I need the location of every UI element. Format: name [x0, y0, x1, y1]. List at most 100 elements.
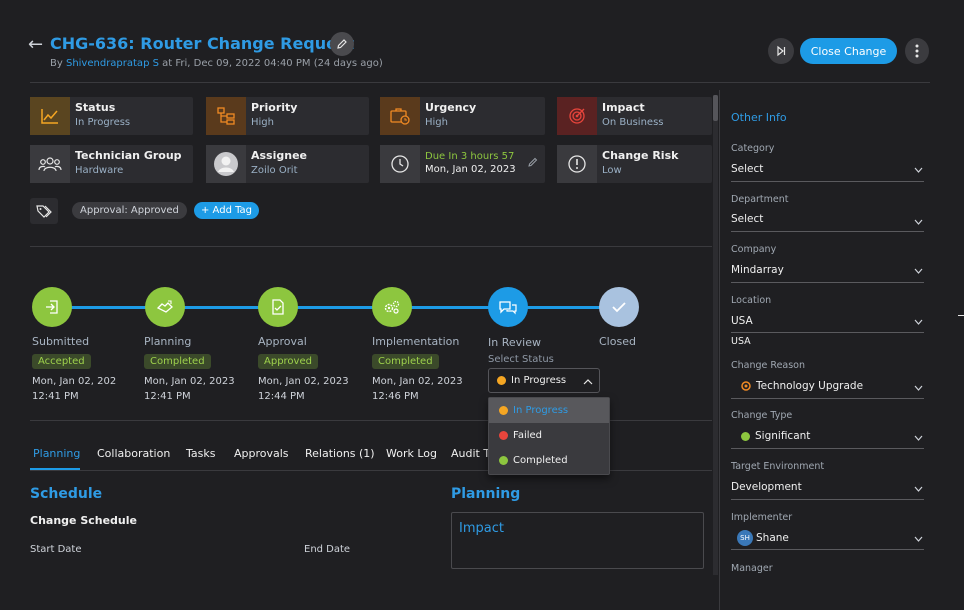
- status-value: In Progress: [75, 117, 131, 128]
- back-arrow-icon[interactable]: ←: [28, 34, 43, 55]
- divider: [30, 246, 712, 247]
- subtitle-suffix: at Fri, Dec 09, 2022 04:40 PM (24 days a…: [158, 58, 383, 69]
- stage-submitted-node[interactable]: [32, 287, 72, 327]
- impact-card[interactable]: Impact On Business: [557, 97, 712, 135]
- tab-relations[interactable]: Relations (1): [305, 447, 375, 460]
- tab-audit-trail[interactable]: Audit Tr: [451, 447, 493, 460]
- approved-document-icon: [272, 299, 284, 315]
- location-path: USA: [731, 336, 751, 347]
- assignee-label: Assignee: [251, 149, 308, 162]
- category-select[interactable]: Select: [731, 163, 924, 175]
- chevron-down-icon[interactable]: [914, 268, 923, 274]
- stage-approval-time: 12:44 PM: [258, 391, 305, 402]
- author-link[interactable]: Shivendrapratap S: [66, 58, 159, 69]
- chevron-down-icon[interactable]: [914, 385, 923, 391]
- tags-icon[interactable]: [30, 198, 58, 224]
- chevron-down-icon[interactable]: [914, 219, 923, 225]
- stage-implementation-node[interactable]: [372, 287, 412, 327]
- status-select-value: In Progress: [511, 375, 567, 386]
- target-environment-select[interactable]: Development: [731, 481, 924, 493]
- chevron-down-icon[interactable]: [914, 536, 923, 542]
- stage-submitted-label: Submitted: [32, 335, 90, 348]
- location-select[interactable]: USA: [731, 315, 924, 327]
- end-date-label: End Date: [304, 544, 351, 555]
- priority-tree-icon: [206, 97, 246, 135]
- schedule-title: Schedule: [30, 486, 103, 502]
- stage-planning-node[interactable]: [145, 287, 185, 327]
- approval-tag[interactable]: Approval: Approved: [72, 202, 187, 219]
- impact-title: Impact: [459, 521, 504, 536]
- status-card[interactable]: Status In Progress: [30, 97, 193, 135]
- stage-approval-label: Approval: [258, 335, 307, 348]
- stage-implementation-time: 12:46 PM: [372, 391, 419, 402]
- status-option-label: Failed: [513, 430, 543, 441]
- technician-group-card[interactable]: Technician Group Hardware: [30, 145, 193, 183]
- stage-progress-track: [55, 306, 615, 309]
- change-risk-card[interactable]: Change Risk Low: [557, 145, 712, 183]
- skip-forward-button[interactable]: [768, 38, 794, 64]
- tab-tasks[interactable]: Tasks: [186, 447, 215, 460]
- stage-planning-time: 12:41 PM: [144, 391, 191, 402]
- tab-collaboration[interactable]: Collaboration: [97, 447, 170, 460]
- status-option-label: Completed: [513, 455, 568, 466]
- priority-card[interactable]: Priority High: [206, 97, 369, 135]
- company-select[interactable]: Mindarray: [731, 264, 924, 276]
- chevron-down-icon[interactable]: [914, 167, 923, 173]
- completed-dot-icon: [499, 456, 508, 465]
- stage-implementation-label: Implementation: [372, 335, 460, 348]
- technician-group-label: Technician Group: [75, 149, 182, 162]
- change-reason-select[interactable]: Technology Upgrade: [731, 380, 924, 392]
- target-icon: [557, 97, 597, 135]
- alert-circle-icon: [557, 145, 597, 183]
- chevron-down-icon[interactable]: [914, 486, 923, 492]
- stage-in-review-label: In Review: [488, 336, 541, 349]
- status-select[interactable]: In Progress: [488, 368, 600, 393]
- tab-work-log[interactable]: Work Log: [386, 447, 437, 460]
- urgency-card[interactable]: Urgency High: [380, 97, 545, 135]
- tab-planning[interactable]: Planning: [33, 447, 80, 460]
- more-options-button[interactable]: [905, 38, 929, 64]
- impact-editor[interactable]: Impact: [451, 512, 704, 569]
- chevron-down-icon[interactable]: [914, 319, 923, 325]
- stage-approval-node[interactable]: [258, 287, 298, 327]
- scrollbar-track[interactable]: [713, 95, 718, 575]
- target-environment-value: Development: [731, 481, 802, 493]
- edit-title-button[interactable]: [330, 32, 354, 56]
- chevron-down-icon[interactable]: [914, 435, 923, 441]
- field-underline: [731, 181, 924, 182]
- divider: [30, 82, 930, 83]
- target-icon: [741, 381, 751, 391]
- implementer-label: Implementer: [731, 512, 793, 523]
- field-underline: [731, 231, 924, 232]
- stage-closed-node[interactable]: [599, 287, 639, 327]
- status-option-failed[interactable]: Failed: [489, 423, 609, 448]
- due-card[interactable]: Due In 3 hours 57 Mon, Jan 02, 2023: [380, 145, 545, 183]
- department-select[interactable]: Select: [731, 213, 924, 225]
- chat-bubbles-icon: [499, 301, 517, 315]
- field-underline: [731, 332, 924, 333]
- stage-submitted-time: 12:41 PM: [32, 391, 79, 402]
- stage-approval-status: Approved: [258, 354, 318, 369]
- due-value: Mon, Jan 02, 2023: [425, 164, 516, 175]
- change-reason-value: Technology Upgrade: [756, 380, 864, 392]
- add-tag-button[interactable]: + Add Tag: [194, 202, 260, 219]
- change-type-select[interactable]: Significant: [731, 430, 924, 442]
- gears-icon: [384, 300, 400, 314]
- manager-label: Manager: [731, 563, 773, 574]
- assignee-card[interactable]: Assignee Zoilo Orit: [206, 145, 369, 183]
- select-status-label: Select Status: [488, 354, 554, 365]
- handshake-icon: [156, 300, 173, 313]
- stage-in-review-node[interactable]: [488, 287, 528, 327]
- scrollbar-thumb[interactable]: [713, 95, 718, 121]
- edit-due-pencil-icon[interactable]: [528, 152, 538, 171]
- stage-submitted-status: Accepted: [32, 354, 91, 369]
- tab-approvals[interactable]: Approvals: [234, 447, 289, 460]
- status-option-in-progress[interactable]: In Progress: [489, 398, 609, 423]
- trend-chart-icon: [30, 97, 70, 135]
- status-option-completed[interactable]: Completed: [489, 448, 609, 473]
- implementer-select[interactable]: SH Shane: [731, 530, 924, 546]
- close-change-button[interactable]: Close Change: [800, 38, 897, 64]
- field-underline: [731, 282, 924, 283]
- due-label: Due In 3 hours 57: [425, 151, 515, 162]
- stage-planning-date: Mon, Jan 02, 2023: [144, 376, 235, 387]
